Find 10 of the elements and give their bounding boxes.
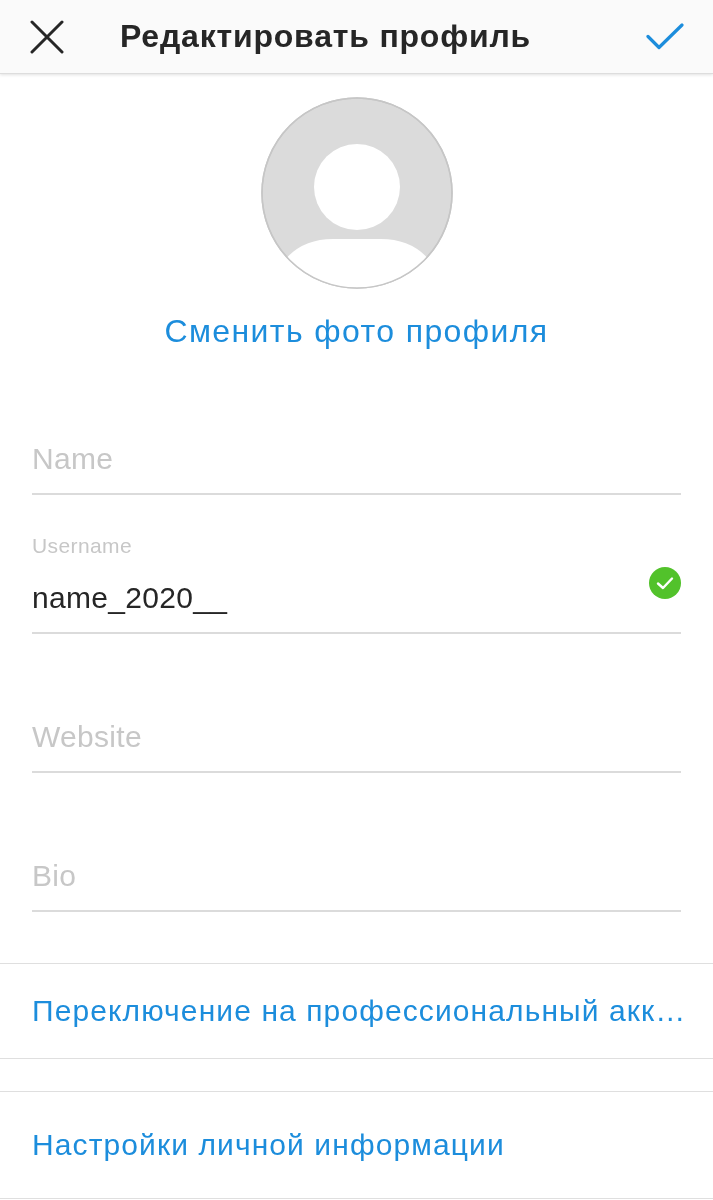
input-field[interactable]: Website (32, 717, 681, 773)
change-photo-link[interactable]: Сменить фото профиля (164, 311, 549, 351)
screen-title: Редактировать профиль (120, 18, 533, 55)
input-field[interactable]: Name (32, 439, 681, 495)
close-icon[interactable] (30, 19, 64, 54)
settings-link[interactable]: Переключение на профессиональный акк… (0, 963, 713, 1059)
settings-link[interactable]: Настройки личной информации (0, 1091, 713, 1199)
check-icon[interactable] (646, 23, 684, 50)
input-field[interactable]: Bio (32, 856, 681, 912)
field-label: Username (32, 534, 133, 558)
